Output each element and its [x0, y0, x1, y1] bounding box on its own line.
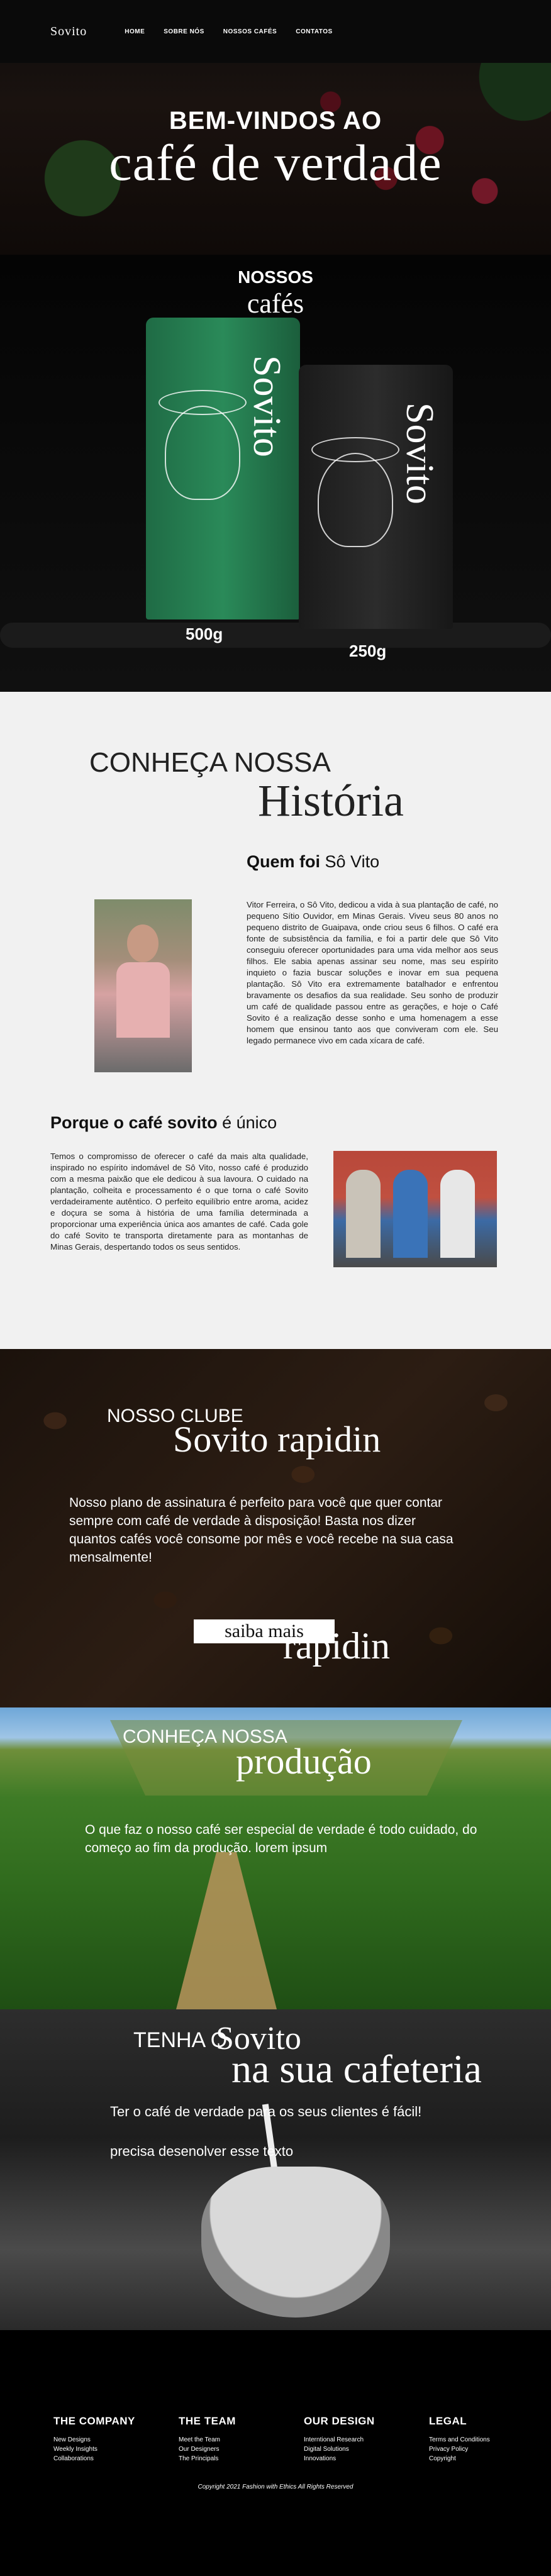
- cafes-section: NOSSOS cafés Sovito Sovito 500g 250g: [0, 255, 551, 692]
- footer-col-legal: LEGAL Terms and Conditions Privacy Polic…: [429, 2415, 490, 2463]
- nav-link-cafes[interactable]: NOSSOS CAFÉS: [223, 28, 277, 35]
- footer: THE COMPANY New Designs Weekly Insights …: [0, 2330, 551, 2576]
- porque-rest: é único: [222, 1113, 277, 1132]
- hero-title-main: café de verdade: [109, 134, 442, 191]
- historia-title-top: CONHEÇA NOSSA: [89, 747, 331, 778]
- family-photo: [333, 1151, 497, 1267]
- coffee-cup: [201, 2167, 390, 2318]
- cafes-title-top: NOSSOS: [238, 267, 313, 287]
- bag-brand-text: Sovito: [245, 355, 288, 457]
- porque-bold: Porque o café sovito: [50, 1113, 218, 1132]
- cafeteria-text-1: Ter o café de verdade para os seus clien…: [110, 2104, 422, 2119]
- page: BEM-VINDOS AO café de verdade Sovito HOM…: [0, 0, 551, 2576]
- nav-links: HOME SOBRE NÓS NOSSOS CAFÉS CONTATOS: [125, 28, 332, 35]
- footer-link[interactable]: Innovations: [304, 2454, 375, 2463]
- weight-250g: 250g: [349, 641, 387, 660]
- clube-title-main: Sovito rapidin: [173, 1419, 381, 1460]
- footer-link[interactable]: Our Designers: [179, 2445, 236, 2454]
- cafes-title-main: cafés: [247, 288, 304, 319]
- footer-link[interactable]: Collaborations: [53, 2454, 135, 2463]
- footer-link[interactable]: Weekly Insights: [53, 2445, 135, 2454]
- quem-foi-name: Sô Vito: [325, 852, 380, 871]
- cafeteria-section: TENHA O Sovito na sua cafeteria Ter o ca…: [0, 2009, 551, 2330]
- nav-link-sobre[interactable]: SOBRE NÓS: [164, 28, 204, 35]
- top-navbar: Sovito HOME SOBRE NÓS NOSSOS CAFÉS CONTA…: [0, 0, 551, 63]
- coffee-bag-250g[interactable]: Sovito: [299, 365, 453, 629]
- producao-section: CONHEÇA NOSSA produção O que faz o nosso…: [0, 1707, 551, 2009]
- footer-link[interactable]: Privacy Policy: [429, 2445, 490, 2454]
- footer-link[interactable]: New Designs: [53, 2435, 135, 2445]
- footer-link[interactable]: Meet the Team: [179, 2435, 236, 2445]
- clube-section: NOSSO CLUBE Sovito rapidin Nosso plano d…: [0, 1349, 551, 1707]
- footer-col-title: LEGAL: [429, 2415, 467, 2427]
- footer-col-title: OUR DESIGN: [304, 2415, 375, 2427]
- quem-foi-heading: Quem foi Sô Vito: [247, 852, 379, 872]
- weight-500g: 500g: [186, 625, 223, 643]
- coffee-bag-500g[interactable]: Sovito: [146, 318, 300, 619]
- nav-link-contatos[interactable]: CONTATOS: [296, 28, 332, 35]
- bag-brand-text: Sovito: [398, 402, 441, 504]
- cafeteria-text-2: precisa desenolver esse texto: [110, 2143, 294, 2159]
- footer-link[interactable]: Digital Solutions: [304, 2445, 375, 2454]
- footer-link[interactable]: Interntional Research: [304, 2435, 375, 2445]
- footer-link[interactable]: Copyright: [429, 2454, 490, 2463]
- so-vito-bio: Vitor Ferreira, o Sô Vito, dedicou a vid…: [247, 900, 498, 1045]
- site-logo[interactable]: Sovito: [50, 25, 87, 39]
- porque-heading: Porque o café sovito é único: [50, 1113, 277, 1133]
- illustration-face-icon: [165, 406, 240, 500]
- illustration-face-icon: [318, 453, 393, 547]
- footer-col-design: OUR DESIGN Interntional Research Digital…: [304, 2415, 375, 2463]
- porque-text: Temos o compromisso de oferecer o café d…: [50, 1152, 308, 1252]
- footer-col-title: THE COMPANY: [53, 2415, 135, 2427]
- historia-section: CONHEÇA NOSSA História Quem foi Sô Vito …: [0, 692, 551, 1349]
- cafeteria-title-main: na sua cafeteria: [231, 2046, 482, 2091]
- product-shelf: [0, 623, 551, 648]
- footer-col-title: THE TEAM: [179, 2415, 236, 2427]
- footer-copyright: Copyright 2021 Fashion with Ethics All R…: [198, 2484, 353, 2490]
- cafeteria-title-top: TENHA O: [133, 2028, 228, 2052]
- producao-body: O que faz o nosso café ser especial de v…: [85, 1823, 477, 1855]
- nav-link-home[interactable]: HOME: [125, 28, 145, 35]
- clube-body: Nosso plano de assinatura é perfeito par…: [69, 1496, 454, 1565]
- footer-col-team: THE TEAM Meet the Team Our Designers The…: [179, 2415, 236, 2463]
- historia-title-main: História: [258, 775, 404, 826]
- so-vito-photo: [94, 899, 192, 1072]
- footer-col-company: THE COMPANY New Designs Weekly Insights …: [53, 2415, 135, 2463]
- quem-foi-bold: Quem foi: [247, 852, 321, 871]
- producao-title-main: produção: [236, 1741, 372, 1782]
- hero-title-top: BEM-VINDOS AO: [169, 107, 382, 135]
- saiba-mais-button[interactable]: saiba mais: [194, 1619, 335, 1643]
- footer-link[interactable]: The Principals: [179, 2454, 236, 2463]
- footer-link[interactable]: Terms and Conditions: [429, 2435, 490, 2445]
